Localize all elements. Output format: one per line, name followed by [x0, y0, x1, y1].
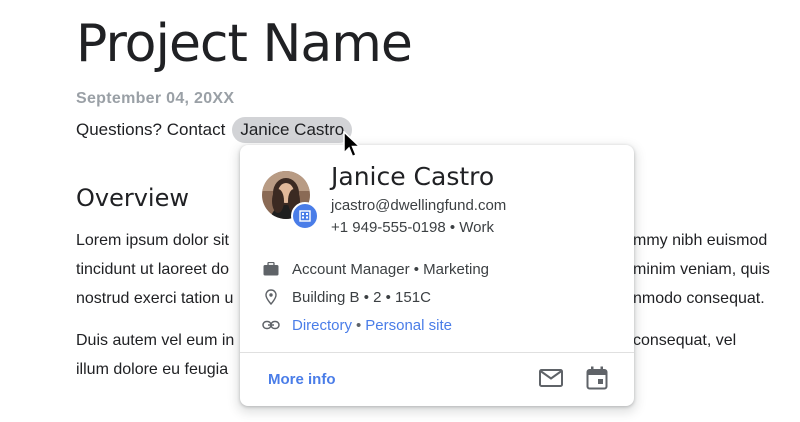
location-text: Building B • 2 • 151C: [292, 288, 431, 306]
link-icon: [262, 316, 280, 334]
links-row: Directory • Personal site: [262, 316, 452, 334]
location-row: Building B • 2 • 151C: [262, 288, 431, 306]
location-pin-icon: [262, 288, 280, 306]
person-chip[interactable]: Janice Castro: [232, 117, 353, 143]
calendar-icon[interactable]: [584, 365, 610, 391]
role-row: Account Manager • Marketing: [262, 260, 489, 278]
overview-heading: Overview: [76, 184, 189, 212]
card-divider: [240, 352, 634, 353]
document-title: Project Name: [76, 14, 413, 74]
paragraph-line: minim veniam, quis: [633, 261, 770, 278]
paragraph-line: consequat, vel: [633, 332, 737, 349]
personal-site-link[interactable]: Personal site: [365, 317, 452, 334]
person-hover-card: Janice Castro jcastro@dwellingfund.com +…: [240, 145, 634, 406]
paragraph-2-right: consequat, vel: [633, 326, 736, 355]
more-info-button[interactable]: More info: [268, 371, 336, 388]
building-badge-icon: [291, 202, 319, 230]
card-email[interactable]: jcastro@dwellingfund.com: [331, 197, 506, 214]
paragraph-1-right: mmy nibh euismod minim veniam, quis nmod…: [633, 226, 770, 313]
mail-icon[interactable]: [538, 367, 564, 389]
contact-prefix: Questions? Contact: [76, 120, 226, 139]
contact-line: Questions? Contact Janice Castro: [76, 117, 353, 143]
role-text: Account Manager • Marketing: [292, 260, 490, 278]
document-page: Project Name September 04, 20XX Question…: [0, 0, 800, 422]
document-date: September 04, 20XX: [76, 90, 235, 107]
directory-link[interactable]: Directory: [292, 317, 352, 334]
briefcase-icon: [262, 260, 280, 278]
paragraph-line: mmy nibh euismod: [633, 232, 768, 249]
paragraph-line: nmodo consequat.: [633, 290, 765, 307]
link-separator: •: [356, 316, 362, 334]
card-phone[interactable]: +1 949-555-0198 • Work: [331, 219, 494, 236]
mouse-cursor-icon: [343, 131, 362, 158]
card-person-name: Janice Castro: [331, 162, 495, 191]
